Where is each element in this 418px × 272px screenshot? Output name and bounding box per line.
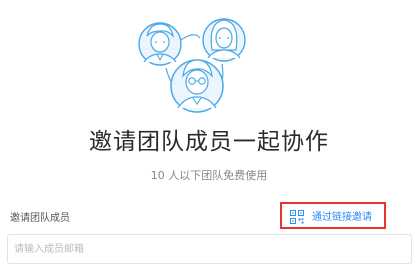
member-avatar-right — [202, 18, 246, 62]
invite-subtitle: 10 人以下团队免费使用 — [150, 169, 268, 182]
invite-title: 邀请团队成员一起协作 — [89, 129, 329, 155]
member-avatar-center — [170, 59, 224, 113]
invite-by-link-button[interactable]: 通过链接邀请 — [280, 202, 386, 229]
member-avatar-left — [138, 22, 182, 66]
team-illustration — [0, 0, 418, 122]
qr-code-icon — [290, 209, 304, 224]
invite-members-label: 邀请团队成员 — [10, 213, 70, 224]
member-email-input[interactable] — [7, 234, 412, 264]
invite-by-link-label: 通过链接邀请 — [312, 212, 372, 223]
